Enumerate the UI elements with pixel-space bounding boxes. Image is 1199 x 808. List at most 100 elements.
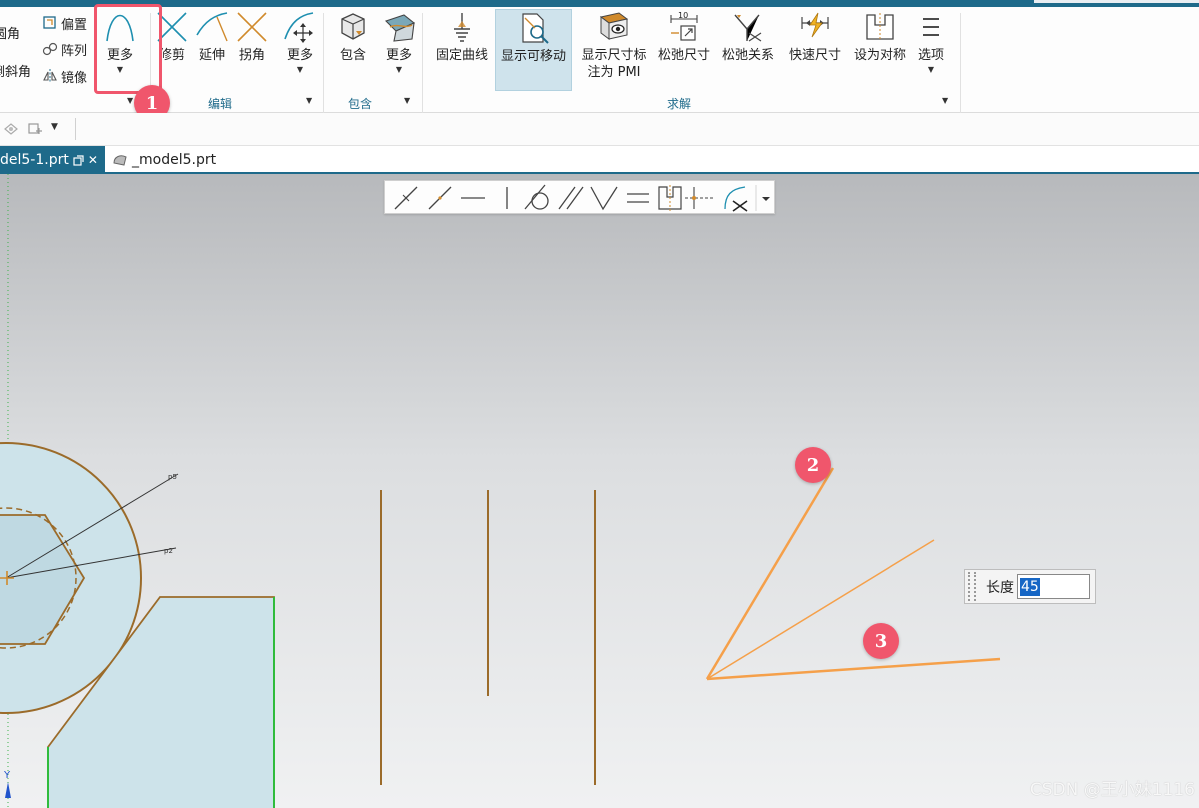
show-movable-label: 显示可移动 bbox=[500, 49, 566, 64]
tab-model5[interactable]: _model5.prt bbox=[108, 146, 216, 174]
quick-dimension-label: 快速尺寸 bbox=[788, 48, 841, 63]
fix-curve-button[interactable]: 固定曲线 bbox=[432, 11, 492, 64]
constraint-parallel-icon[interactable] bbox=[558, 186, 584, 210]
highlight-box bbox=[94, 4, 162, 94]
axis-y-label: Y bbox=[3, 770, 11, 781]
orange-line-preview[interactable] bbox=[706, 539, 935, 680]
offset-icon bbox=[43, 16, 56, 29]
ribbon: 圆角 倒斜角 偏置 阵列 镜像 更多 ▼ ▼ 修剪 延伸 拐角 更多 ▼ 编辑 … bbox=[0, 7, 1199, 113]
chevron-down-icon[interactable]: ▼ bbox=[51, 122, 58, 132]
orange-line-2[interactable] bbox=[705, 467, 835, 680]
include-icon bbox=[341, 13, 365, 40]
document-tabs: del5-1.prt ✕ _model5.prt bbox=[0, 146, 1199, 174]
separator bbox=[75, 118, 76, 140]
length-label: 长度 bbox=[986, 579, 1014, 596]
constraint-show-relations-icon[interactable] bbox=[724, 186, 748, 212]
constraint-midpoint-icon[interactable] bbox=[685, 187, 715, 209]
show-movable-button[interactable]: 显示可移动 bbox=[495, 9, 572, 91]
show-movable-icon bbox=[521, 13, 549, 44]
options-button[interactable]: 选项 ▼ bbox=[913, 11, 949, 74]
constraint-point-on-curve-icon[interactable] bbox=[394, 186, 418, 210]
dimension-label[interactable]: p5 bbox=[168, 473, 177, 481]
chamfer-button[interactable]: 倒斜角 bbox=[0, 59, 31, 81]
corner-button[interactable]: 拐角 bbox=[233, 11, 271, 64]
ground-icon bbox=[454, 13, 470, 42]
separator bbox=[323, 13, 324, 113]
constraint-toolbar bbox=[384, 180, 775, 214]
title-strip bbox=[0, 0, 1199, 7]
title-strip-box bbox=[1034, 0, 1199, 3]
extend-label: 延伸 bbox=[198, 48, 225, 63]
length-value[interactable]: 45 bbox=[1020, 577, 1040, 596]
corner-label: 拐角 bbox=[238, 48, 265, 63]
constraint-symmetric-icon[interactable] bbox=[658, 185, 682, 211]
dim-value-text: 10 bbox=[678, 11, 688, 20]
close-icon[interactable]: ✕ bbox=[88, 153, 98, 167]
relax-relations-button[interactable]: 松弛关系 bbox=[718, 11, 778, 64]
sketch-canvas[interactable]: p5 p2 Y bbox=[0, 174, 1199, 808]
length-input-box: 长度 45 bbox=[964, 569, 1096, 604]
include-label: 包含 bbox=[339, 48, 366, 63]
constraint-perpendicular-icon[interactable] bbox=[590, 186, 618, 211]
length-input[interactable]: 45 bbox=[1017, 574, 1090, 599]
fillet-label: 圆角 bbox=[0, 26, 21, 42]
graphics-window[interactable]: p5 p2 Y bbox=[0, 174, 1199, 808]
set-symmetric-label: 设为对称 bbox=[853, 48, 906, 63]
popout-icon[interactable] bbox=[73, 154, 84, 166]
mirror-button[interactable]: 镜像 bbox=[42, 65, 87, 87]
offset-button[interactable]: 偏置 bbox=[42, 12, 87, 34]
quick-access-bar: ▼ bbox=[0, 113, 1199, 146]
curve-group-caret-icon[interactable]: ▼ bbox=[127, 96, 133, 105]
chevron-down-icon: ▼ bbox=[296, 65, 304, 74]
chevron-down-icon: ▼ bbox=[395, 65, 403, 74]
show-dims-pmi-label-1: 显示尺寸标 bbox=[581, 48, 647, 63]
axis-arrow-icon bbox=[5, 782, 11, 798]
part-file-icon bbox=[113, 155, 127, 166]
symmetric-icon bbox=[866, 13, 894, 41]
step-marker-3: 3 bbox=[863, 623, 899, 659]
pattern-label: 阵列 bbox=[61, 43, 88, 59]
edit-more-label: 更多 bbox=[286, 48, 313, 63]
selection-filter-icon[interactable] bbox=[26, 121, 44, 137]
constraint-tangent-line-icon[interactable] bbox=[428, 186, 452, 210]
snap-icon[interactable] bbox=[2, 121, 20, 137]
show-dims-pmi-button[interactable]: 显示尺寸标 注为 PMI bbox=[576, 11, 652, 81]
relax-dimension-icon: 10 bbox=[670, 11, 698, 41]
edit-group-caret-icon[interactable]: ▼ bbox=[306, 96, 312, 105]
include-more-button[interactable]: 更多 ▼ bbox=[380, 11, 418, 74]
solve-group-label: 求解 bbox=[667, 97, 692, 111]
include-more-label: 更多 bbox=[385, 48, 412, 63]
drag-handle[interactable] bbox=[968, 572, 976, 601]
tab-active-part[interactable]: del5-1.prt ✕ bbox=[0, 146, 105, 174]
include-button[interactable]: 包含 bbox=[334, 11, 372, 64]
extend-icon bbox=[196, 12, 228, 42]
fillet-button[interactable]: 圆角 bbox=[0, 21, 20, 43]
include-group-caret-icon[interactable]: ▼ bbox=[404, 96, 410, 105]
tab-model5-label: _model5.prt bbox=[132, 152, 217, 168]
quick-dimension-icon bbox=[801, 12, 829, 38]
constraint-equal-length-icon[interactable] bbox=[627, 193, 649, 203]
relax-dimension-button[interactable]: 10 松弛尺寸 bbox=[655, 11, 713, 64]
chamfer-label: 倒斜角 bbox=[0, 64, 32, 80]
edit-more-button[interactable]: 更多 ▼ bbox=[280, 11, 320, 74]
separator bbox=[422, 13, 423, 113]
menu-lines-icon bbox=[923, 18, 939, 36]
solve-group-caret-icon[interactable]: ▼ bbox=[942, 96, 948, 105]
mirror-icon bbox=[43, 69, 57, 83]
set-symmetric-button[interactable]: 设为对称 bbox=[849, 11, 911, 64]
offset-label: 偏置 bbox=[61, 17, 88, 33]
pattern-icon bbox=[42, 42, 58, 56]
step-marker-2: 2 bbox=[795, 447, 831, 483]
extend-button[interactable]: 延伸 bbox=[193, 11, 231, 64]
chevron-down-icon[interactable] bbox=[762, 197, 770, 201]
orange-line-3[interactable] bbox=[706, 657, 1001, 681]
pattern-button[interactable]: 阵列 bbox=[42, 38, 87, 60]
constraint-tangent-icon[interactable] bbox=[524, 184, 549, 210]
options-label: 选项 bbox=[917, 48, 944, 63]
dimension-label[interactable]: p2 bbox=[164, 547, 173, 555]
edit-group-label: 编辑 bbox=[208, 97, 233, 111]
show-dims-pmi-label-2: 注为 PMI bbox=[587, 65, 641, 80]
quick-dimension-button[interactable]: 快速尺寸 bbox=[784, 11, 846, 64]
tab-active-label: del5-1.prt bbox=[0, 152, 69, 168]
mirror-label: 镜像 bbox=[61, 70, 88, 86]
